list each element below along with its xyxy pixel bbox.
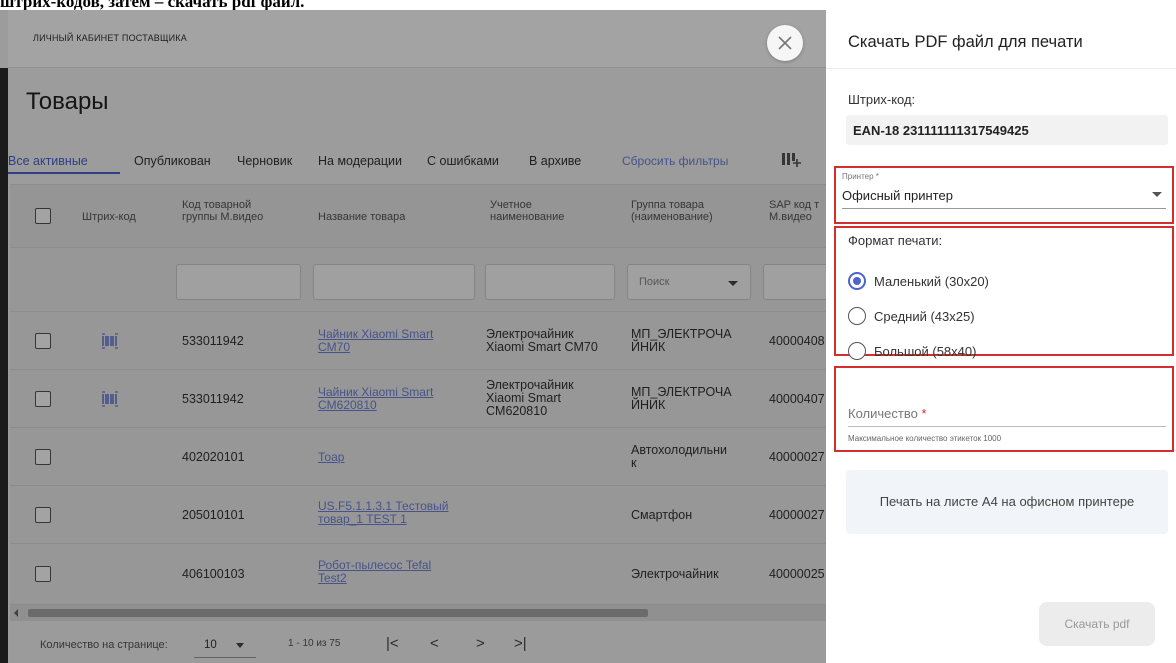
drawer-title: Скачать PDF файл для печати [848, 33, 1083, 51]
close-icon [778, 36, 792, 50]
print-format-title: Формат печати: [848, 233, 943, 248]
document-caption: штрих-кодов, затем – скачать pdf файл. [0, 0, 305, 10]
format-radio-medium[interactable] [848, 307, 866, 325]
quantity-underline [848, 426, 1166, 427]
print-format-group: Формат печати: Маленький (30x20) Средний… [834, 226, 1174, 360]
printer-select[interactable]: Принтер * Офисный принтер [834, 166, 1174, 224]
format-radio-small[interactable] [848, 272, 866, 290]
format-label-large[interactable]: Большой (58x40) [874, 344, 976, 359]
printer-selected-value: Офисный принтер [842, 188, 953, 203]
download-pdf-drawer: Скачать PDF файл для печати Штрих-код: E… [826, 10, 1176, 663]
format-radio-large[interactable] [848, 342, 866, 360]
barcode-label: Штрих-код: [848, 92, 916, 107]
a4-print-option-label: Печать на листе А4 на офисном принтере [879, 494, 1135, 509]
divider [826, 68, 1176, 69]
close-drawer-button[interactable] [767, 25, 803, 61]
quantity-hint: Максимальное количество этикеток 1000 [848, 434, 1002, 443]
products-app: ЛИЧНЫЙ КАБИНЕТ ПОСТАВЩИКА Товары Все акт… [0, 10, 826, 663]
a4-print-option[interactable]: Печать на листе А4 на офисном принтере [846, 470, 1168, 534]
chevron-down-icon [1152, 192, 1162, 197]
required-asterisk: * [921, 406, 927, 421]
download-pdf-button[interactable]: Скачать pdf [1039, 602, 1155, 646]
barcode-value-box: EAN-18 231111111317549425 [846, 115, 1168, 145]
page: штрих-кодов, затем – скачать pdf файл. Л… [0, 0, 1176, 663]
barcode-value: EAN-18 231111111317549425 [853, 123, 1029, 138]
modal-backdrop[interactable] [0, 10, 826, 663]
format-label-small[interactable]: Маленький (30x20) [874, 274, 989, 289]
field-underline [842, 208, 1166, 209]
printer-field-label: Принтер * [842, 172, 879, 181]
format-label-medium[interactable]: Средний (43x25) [874, 309, 975, 324]
quantity-field[interactable]: Количество * Максимальное количество эти… [834, 366, 1174, 452]
quantity-label: Количество * [848, 406, 927, 421]
